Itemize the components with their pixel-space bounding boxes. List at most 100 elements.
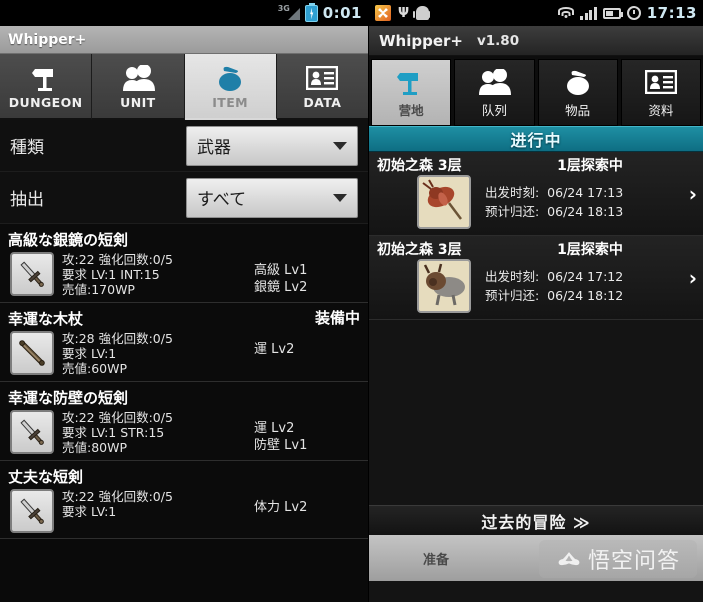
left-tab-bar: DUNGEON UNIT ITEM DATA	[0, 54, 368, 120]
right-status-time: 17:13	[646, 4, 697, 22]
item-stat-line: 攻:22 強化回数:0/5	[62, 252, 173, 267]
extract-spinner[interactable]: すべて	[186, 177, 358, 218]
category-spinner[interactable]: 武器	[186, 125, 358, 166]
signpost-icon	[31, 63, 61, 93]
item-affixes: 高級 Lv1 銀鏡 Lv2	[254, 252, 362, 296]
item-affix: 高級 Lv1	[254, 263, 308, 278]
left-title-bar: Whipper+	[0, 26, 368, 54]
signal-3g-icon: 3G	[278, 4, 300, 21]
alarm-clock-icon	[626, 6, 641, 20]
tab-goods[interactable]: 物品	[537, 59, 618, 126]
right-app-title: Whipper+	[379, 31, 463, 50]
depart-value: 06/24 17:13	[547, 185, 624, 200]
item-stat-line: 要求 LV:1 STR:15	[62, 425, 165, 440]
wifi-icon	[558, 7, 575, 19]
watermark-text: 悟空问答	[587, 549, 680, 574]
tab-item-label: ITEM	[212, 94, 248, 110]
item-affixes: 運 Lv2	[254, 331, 362, 358]
category-spinner-value: 武器	[197, 138, 231, 158]
quest-row[interactable]: 初始之森 3层 1层探索中 出发时刻: 06/24 17:12 预计归还: 06…	[369, 236, 703, 320]
item-affix: 防壁 Lv1	[254, 438, 308, 453]
item-stat-line: 売値:170WP	[62, 282, 135, 297]
past-adventures-label: 过去的冒险 ≫	[481, 512, 591, 532]
list-item[interactable]: 高級な銀鏡の短剣 攻:22 強化回数:0/5 要求 LV:1 INT:15 売値…	[0, 224, 368, 303]
battery-charging-icon	[304, 2, 318, 22]
quest-name: 初始之森 3层	[377, 242, 462, 258]
people-icon	[121, 63, 155, 93]
right-tab-bar: 营地 队列 物品 资料	[369, 56, 703, 126]
signpost-icon	[396, 67, 426, 97]
right-title-bar: Whipper+ v1.80	[369, 26, 703, 56]
tab-goods-label: 物品	[565, 102, 591, 118]
left-phone-screen: 3G 0:01 Whipper+ DUNGEON UNIT ITEM DATA …	[0, 0, 368, 602]
chevron-down-icon	[333, 141, 347, 150]
left-app-title: Whipper+	[8, 31, 87, 48]
item-affix: 体力 Lv2	[254, 500, 308, 515]
quest-name: 初始之森 3层	[377, 158, 462, 174]
tab-data[interactable]: DATA	[276, 54, 368, 120]
item-affix: 運 Lv2	[254, 342, 295, 357]
people-icon	[477, 67, 512, 97]
item-name: 幸運な木杖	[8, 310, 84, 328]
app-version: v1.80	[476, 32, 520, 49]
item-stats: 攻:22 強化回数:0/5 要求 LV:1	[62, 489, 246, 519]
tab-camp[interactable]: 营地	[371, 59, 452, 126]
return-value: 06/24 18:12	[547, 288, 624, 303]
app-icon	[375, 5, 391, 21]
empty-quest-area	[369, 320, 703, 505]
tab-camp-label: 营地	[398, 102, 424, 118]
item-affix: 銀鏡 Lv2	[254, 280, 308, 295]
tab-queue-label: 队列	[481, 102, 507, 118]
chevron-down-icon	[333, 193, 347, 202]
tab-dungeon[interactable]: DUNGEON	[0, 54, 93, 120]
item-stat-line: 要求 LV:1	[62, 504, 117, 519]
tab-data[interactable]: 资料	[620, 59, 701, 126]
battery-icon	[602, 7, 623, 19]
list-item[interactable]: 幸運な防壁の短剣 攻:22 強化回数:0/5 要求 LV:1 STR:15 売値…	[0, 382, 368, 461]
beetle-monster-icon	[417, 175, 471, 229]
item-stat-line: 要求 LV:1	[62, 346, 117, 361]
quest-state: 1层探索中	[557, 242, 623, 258]
tab-queue[interactable]: 队列	[454, 59, 535, 126]
wukong-cloud-icon	[558, 552, 580, 566]
list-item[interactable]: 丈夫な短剣 攻:22 強化回数:0/5 要求 LV:1 体力 Lv2	[0, 461, 368, 539]
staff-icon	[10, 331, 54, 375]
return-label: 预计归还:	[485, 204, 540, 219]
equipped-badge: 装備中	[314, 309, 360, 327]
left-status-time: 0:01	[322, 4, 362, 22]
item-stat-line: 攻:22 強化回数:0/5	[62, 410, 173, 425]
item-affixes: 運 Lv2 防壁 Lv1	[254, 410, 362, 454]
tab-data-label: DATA	[303, 94, 342, 110]
depart-label: 出发时刻:	[485, 269, 540, 284]
prepare-button[interactable]: 准备	[423, 549, 449, 568]
quest-times: 出发时刻: 06/24 17:13 预计归还: 06/24 18:13	[479, 183, 703, 221]
filter-row-category: 種類 武器	[0, 120, 368, 172]
list-item[interactable]: 幸運な木杖 装備中 攻:28 強化回数:0/5 要求 LV:1 売値:60WP …	[0, 303, 368, 382]
right-status-bar: Ψ 17:13	[369, 0, 703, 26]
tab-item[interactable]: ITEM	[184, 54, 277, 120]
pouch-icon	[562, 67, 594, 97]
dagger-icon	[10, 252, 54, 296]
filter-section: 種類 武器 抽出 すべて	[0, 120, 368, 224]
item-name: 丈夫な短剣	[8, 468, 84, 486]
item-name: 高級な銀鏡の短剣	[8, 231, 129, 249]
item-stats: 攻:22 強化回数:0/5 要求 LV:1 INT:15 売値:170WP	[62, 252, 246, 297]
dual-screenshot-container: 3G 0:01 Whipper+ DUNGEON UNIT ITEM DATA …	[0, 0, 703, 602]
dagger-icon	[10, 410, 54, 454]
extract-spinner-value: すべて	[197, 190, 247, 210]
section-header-in-progress: 进行中	[369, 126, 703, 152]
tab-unit[interactable]: UNIT	[92, 54, 185, 120]
item-affixes: 体力 Lv2	[254, 489, 362, 516]
tab-dungeon-label: DUNGEON	[8, 94, 83, 110]
item-list[interactable]: 高級な銀鏡の短剣 攻:22 強化回数:0/5 要求 LV:1 INT:15 売値…	[0, 224, 368, 539]
filter-extract-label: 抽出	[10, 190, 44, 210]
quest-times: 出发时刻: 06/24 17:12 预计归还: 06/24 18:12	[479, 267, 703, 305]
item-stat-line: 売値:80WP	[62, 440, 128, 455]
quest-row[interactable]: 初始之森 3层 1层探索中 出发时刻: 06/24 17:13 预计归还: 06…	[369, 152, 703, 236]
past-adventures-button[interactable]: 过去的冒险 ≫	[369, 505, 703, 535]
beast-monster-icon	[417, 259, 471, 313]
item-stat-line: 売値:60WP	[62, 361, 128, 376]
dagger-icon	[10, 489, 54, 533]
android-icon	[413, 6, 430, 20]
right-phone-screen: Ψ 17:13 Whipper+ v1.80 营地 队列 物品 资料 进行中 初…	[368, 0, 703, 602]
